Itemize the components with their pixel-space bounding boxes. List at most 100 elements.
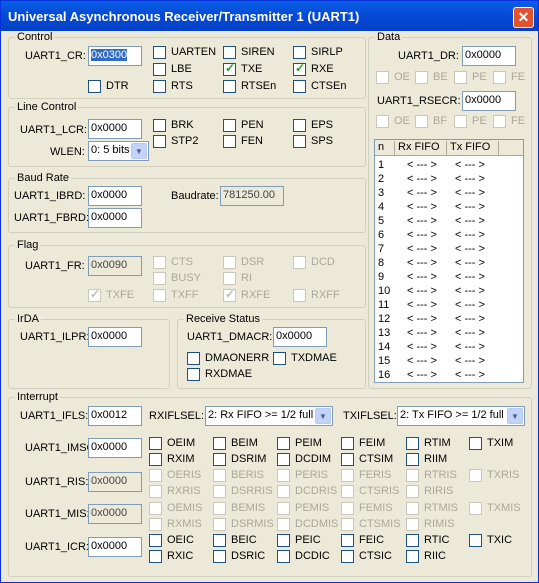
checkbox-label: TXFE bbox=[106, 289, 135, 301]
checkbox-label: BRK bbox=[171, 119, 194, 131]
checkbox-box bbox=[277, 534, 290, 547]
fifo-row: 4 < --- > < --- > bbox=[375, 201, 523, 215]
fifo-cell-tx: < --- > bbox=[455, 271, 485, 283]
checkbox-label: DCD bbox=[311, 256, 335, 268]
window-title: Universal Asynchronous Receiver/Transmit… bbox=[8, 9, 360, 24]
fifo-cell-rx: < --- > bbox=[407, 313, 437, 325]
checkbox-label: CTS bbox=[171, 256, 193, 268]
checkbox-label: PEMIS bbox=[295, 502, 330, 514]
checkbox-box bbox=[213, 502, 226, 515]
uart1-mis-value: 0x0000 bbox=[88, 504, 142, 524]
checkbox-box bbox=[153, 63, 166, 76]
checkbox-box bbox=[406, 453, 419, 466]
fifo-cell-n: 7 bbox=[378, 243, 385, 255]
uart1-ibrd-input[interactable]: 0x0000 bbox=[88, 186, 142, 206]
control-group-label: Control bbox=[15, 31, 55, 43]
fifo-cell-tx: < --- > bbox=[455, 215, 485, 227]
fifo-cell-n: 16 bbox=[378, 369, 391, 381]
fifo-cell-n: 1 bbox=[378, 159, 385, 171]
fifo-cell-n: 12 bbox=[378, 313, 391, 325]
checkbox-label: PE bbox=[472, 115, 487, 127]
fifo-row: 8 < --- > < --- > bbox=[375, 257, 523, 271]
checkbox-box bbox=[277, 469, 290, 482]
uart1-fbrd-input[interactable]: 0x0000 bbox=[88, 208, 142, 228]
checkbox-box bbox=[493, 115, 506, 128]
rxiflsel-label: RXIFLSEL: bbox=[149, 410, 205, 422]
fifo-cell-n: 5 bbox=[378, 215, 385, 227]
uart1-cr-label: UART1_CR: bbox=[25, 50, 86, 62]
checkbox-label: SPS bbox=[311, 135, 334, 147]
checkbox-label: BE bbox=[433, 71, 448, 83]
checkbox-box bbox=[149, 550, 162, 563]
fifo-cell-rx: < --- > bbox=[407, 257, 437, 269]
checkbox-box bbox=[406, 469, 419, 482]
checkbox-label: CTSEn bbox=[311, 80, 347, 92]
checkbox-box bbox=[149, 453, 162, 466]
checkbox-box: ✓ bbox=[223, 287, 236, 302]
checkbox-label: TXDMAE bbox=[291, 352, 337, 364]
data-group-label: Data bbox=[375, 31, 403, 43]
fifo-cell-rx: < --- > bbox=[407, 299, 437, 311]
checkbox-box bbox=[341, 453, 354, 466]
fifo-cell-tx: < --- > bbox=[455, 173, 485, 185]
uart1-ilpr-input[interactable]: 0x0000 bbox=[88, 327, 142, 347]
checkbox-label: TXIC bbox=[487, 534, 513, 546]
uart1-lcr-input[interactable]: 0x0000 bbox=[88, 119, 142, 139]
checkbox-label: PEIM bbox=[295, 437, 322, 449]
checkbox-label: RTIM bbox=[424, 437, 451, 449]
checkbox-label: RXFE bbox=[241, 289, 271, 301]
fifo-row: 3 < --- > < --- > bbox=[375, 187, 523, 201]
fifo-row: 9 < --- > < --- > bbox=[375, 271, 523, 285]
fifo-cell-n: 11 bbox=[378, 299, 390, 311]
uart1-rsecr-input[interactable]: 0x0000 bbox=[462, 91, 516, 111]
wlen-select[interactable]: 0: 5 bits ▼ bbox=[88, 141, 149, 161]
checkbox-label: DCDRIS bbox=[295, 485, 338, 497]
checkbox-box bbox=[149, 437, 162, 450]
rxiflsel-select[interactable]: 2: Rx FIFO >= 1/2 full ▼ bbox=[205, 406, 333, 426]
checkbox-label: RIRIS bbox=[424, 485, 454, 497]
flag-group-label: Flag bbox=[15, 239, 41, 251]
checkbox-box bbox=[406, 502, 419, 515]
fifo-cell-rx: < --- > bbox=[407, 229, 437, 241]
fifo-col-n: n bbox=[375, 141, 395, 156]
fifo-cell-rx: < --- > bbox=[407, 187, 437, 199]
uart1-icr-input[interactable]: 0x0000 bbox=[88, 537, 142, 557]
checkbox-label: DSRIC bbox=[231, 550, 266, 562]
checkbox-label: RXIM bbox=[167, 453, 195, 465]
fifo-row: 7 < --- > < --- > bbox=[375, 243, 523, 257]
fifo-cell-rx: < --- > bbox=[407, 327, 437, 339]
uart1-ifls-input[interactable]: 0x0012 bbox=[88, 406, 142, 426]
checkbox-box bbox=[469, 502, 482, 515]
checkbox-label: RIIM bbox=[424, 453, 448, 465]
checkbox-label: DMAONERR bbox=[205, 352, 270, 364]
fifo-cell-rx: < --- > bbox=[407, 355, 437, 367]
checkbox-box bbox=[223, 135, 236, 148]
checkbox-box bbox=[213, 550, 226, 563]
checkbox-box bbox=[277, 502, 290, 515]
checkbox-label: RIIC bbox=[424, 550, 446, 562]
fifo-table[interactable]: n Rx FIFO Tx FIFO 1 < --- > < --- > 2 < --- … bbox=[374, 139, 524, 383]
checkbox-label: RTS bbox=[171, 80, 193, 92]
txiflsel-select[interactable]: 2: Tx FIFO >= 1/2 full ▼ bbox=[397, 406, 525, 426]
uart1-fr-label: UART1_FR: bbox=[25, 260, 85, 272]
checkbox-box bbox=[341, 550, 354, 563]
uart1-dr-input[interactable]: 0x0000 bbox=[462, 46, 516, 66]
uart1-imsc-input[interactable]: 0x0000 bbox=[88, 438, 142, 458]
uart1-rsecr-label: UART1_RSECR: bbox=[377, 95, 461, 107]
fifo-cell-tx: < --- > bbox=[455, 243, 485, 255]
checkbox-box bbox=[213, 453, 226, 466]
checkbox-box bbox=[293, 289, 306, 302]
checkbox-box bbox=[277, 437, 290, 450]
fifo-cell-rx: < --- > bbox=[407, 159, 437, 171]
checkbox-label: TXE bbox=[241, 63, 263, 75]
checkbox-label: CTSIM bbox=[359, 453, 394, 465]
checkbox-box bbox=[406, 550, 419, 563]
close-button[interactable]: ✕ bbox=[513, 7, 534, 28]
uart1-cr-input[interactable]: 0x0300 bbox=[88, 46, 142, 66]
checkbox-box bbox=[213, 437, 226, 450]
checkbox-box bbox=[341, 518, 354, 531]
uart1-dmacr-input[interactable]: 0x0000 bbox=[273, 327, 327, 347]
fifo-cell-n: 13 bbox=[378, 327, 391, 339]
uart1-ilpr-label: UART1_ILPR: bbox=[20, 331, 90, 343]
checkbox-box bbox=[149, 502, 162, 515]
